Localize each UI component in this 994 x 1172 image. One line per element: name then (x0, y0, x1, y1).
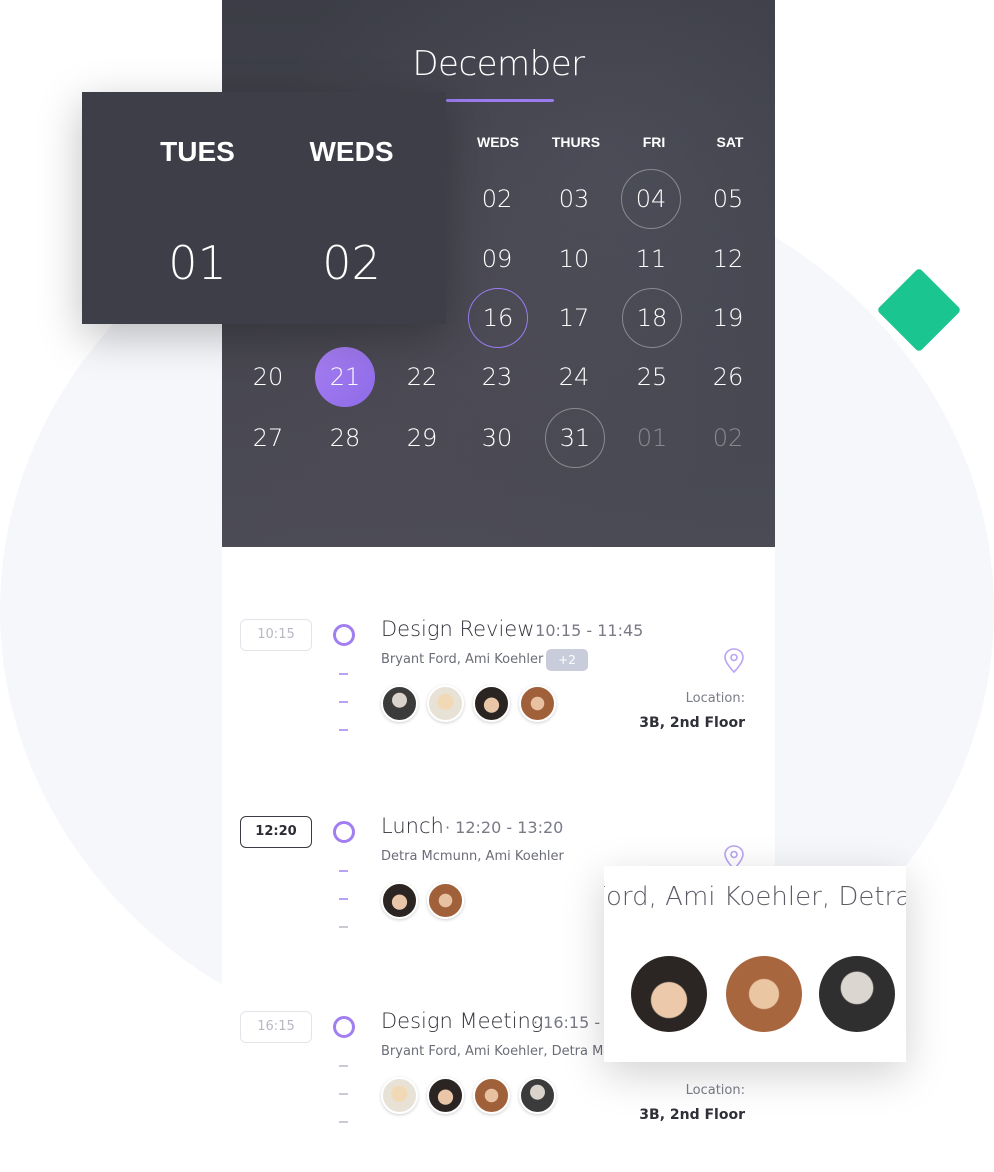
calendar-day[interactable]: 22 (392, 347, 452, 407)
timeline-dot (333, 821, 355, 843)
events-list: 10:15 Design Review · 10:15 - 11:45 Brya… (222, 547, 775, 1172)
weekday-label: WEDS (477, 134, 519, 150)
location-value: 3B, 2nd Floor (639, 1107, 745, 1123)
zoom-day-column: TUES 01 (120, 92, 275, 324)
weekday-label: SAT (716, 134, 744, 150)
attendee-avatar-large[interactable] (631, 956, 707, 1032)
calendar-day-today[interactable]: 16 (468, 288, 528, 348)
event-title[interactable]: Design Meeting (381, 1009, 543, 1033)
event-time-range: · 10:15 - 11:45 (525, 621, 644, 640)
calendar-day[interactable]: 24 (544, 347, 604, 407)
calendar-day[interactable]: 17 (544, 288, 604, 348)
location-value: 3B, 2nd Floor (639, 715, 745, 731)
zoom-day-column: WEDS 02 (274, 92, 429, 324)
calendar-day[interactable]: 03 (544, 169, 604, 229)
timeline-dash (339, 898, 348, 900)
location-label: Location: (685, 691, 745, 706)
calendar-day[interactable]: 09 (467, 229, 527, 289)
calendar-day-next-month[interactable]: 01 (622, 408, 682, 468)
attendee-avatar[interactable] (381, 685, 418, 722)
attendee-avatar-large[interactable] (819, 956, 895, 1032)
timeline-dash (339, 1093, 348, 1095)
timeline-dash (339, 870, 348, 872)
month-title[interactable]: December (222, 44, 775, 84)
event-time-pill[interactable]: 12:20 (240, 816, 312, 848)
month-underline (446, 99, 554, 102)
event-time-pill[interactable]: 16:15 (240, 1011, 312, 1043)
attendee-zoom-card: Bryant Ford, Ami Koehler, Detra (604, 866, 906, 1062)
calendar-day-event[interactable]: 18 (622, 288, 682, 348)
zoom-attendees-text: Bryant Ford, Ami Koehler, Detra (604, 882, 906, 912)
calendar-day[interactable]: 25 (622, 347, 682, 407)
timeline-dash (339, 1121, 348, 1123)
more-attendees-badge[interactable]: +2 (546, 649, 588, 671)
event-time-range: · 12:20 - 13:20 (445, 818, 564, 837)
timeline-dot (333, 1016, 355, 1038)
calendar-day[interactable]: 23 (467, 347, 527, 407)
attendee-avatar[interactable] (381, 1077, 418, 1114)
attendee-avatar[interactable] (519, 685, 556, 722)
zoom-day-name: TUES (160, 136, 235, 167)
attendee-avatar-large[interactable] (726, 956, 802, 1032)
timeline-dash (339, 701, 348, 703)
calendar-day[interactable]: 29 (392, 408, 452, 468)
calendar-day[interactable]: 19 (698, 288, 758, 348)
zoom-day-number: 01 (168, 236, 227, 290)
location-label: Location: (685, 1083, 745, 1098)
attendee-avatar[interactable] (427, 685, 464, 722)
calendar-day[interactable]: 11 (621, 229, 681, 289)
calendar-day[interactable]: 10 (544, 229, 604, 289)
calendar-day[interactable]: 30 (467, 408, 527, 468)
timeline-dash (339, 926, 348, 928)
attendee-avatar[interactable] (381, 882, 418, 919)
event-time-pill[interactable]: 10:15 (240, 619, 312, 651)
weekday-label: FRI (642, 134, 666, 150)
event-time-range: · 16:15 - (533, 1013, 601, 1032)
event-title[interactable]: Design Review (381, 617, 534, 641)
event-attendees: Detra Mcmunn, Ami Koehler (381, 849, 564, 864)
event-attendees: Bryant Ford, Ami Koehler (381, 652, 544, 667)
calendar-day-next-month[interactable]: 02 (698, 408, 758, 468)
event-title[interactable]: Lunch (381, 814, 444, 838)
calendar-day[interactable]: 05 (698, 169, 758, 229)
attendee-avatar[interactable] (519, 1077, 556, 1114)
attendee-avatar[interactable] (427, 882, 464, 919)
zoom-day-name: WEDS (309, 136, 394, 167)
attendee-avatar[interactable] (473, 685, 510, 722)
calendar-day[interactable]: 27 (238, 408, 298, 468)
timeline-dash (339, 1065, 348, 1067)
attendee-avatar[interactable] (427, 1077, 464, 1114)
calendar-day-selected[interactable]: 21 (315, 347, 375, 407)
calendar-day[interactable]: 20 (238, 347, 298, 407)
calendar-day[interactable]: 26 (698, 347, 758, 407)
timeline-dash (339, 729, 348, 731)
weekday-label: THURS (551, 134, 601, 150)
calendar-day-event[interactable]: 31 (545, 408, 605, 468)
attendee-avatar[interactable] (473, 1077, 510, 1114)
calendar-day-event[interactable]: 04 (621, 169, 681, 229)
zoom-day-number: 02 (322, 236, 381, 290)
calendar-day[interactable]: 28 (315, 408, 375, 468)
calendar-day[interactable]: 12 (698, 229, 758, 289)
day-zoom-card: TUES 01 WEDS 02 (82, 92, 446, 324)
event-item[interactable]: 10:15 Design Review · 10:15 - 11:45 Brya… (222, 607, 775, 767)
timeline-dash (339, 673, 348, 675)
location-pin-icon[interactable] (722, 647, 746, 675)
calendar-day[interactable]: 02 (467, 169, 527, 229)
timeline-dot (333, 624, 355, 646)
